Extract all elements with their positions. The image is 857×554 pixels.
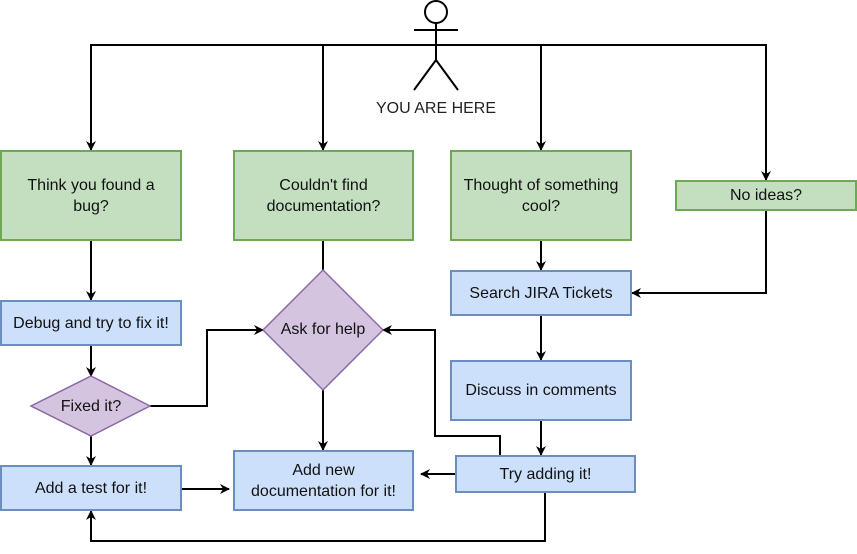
- node-add-new-documentation[interactable]: Add new documentation for it!: [233, 450, 414, 511]
- node-thought-of-something-cool[interactable]: Thought of something cool?: [450, 150, 632, 241]
- node-label: Debug and try to fix it!: [13, 314, 169, 332]
- flowchart-canvas: YOU ARE HERE Think you found a bug? Coul…: [0, 0, 857, 554]
- node-couldnt-find-documentation[interactable]: Couldn't find documentation?: [233, 150, 414, 241]
- node-debug-and-fix[interactable]: Debug and try to fix it!: [0, 300, 182, 346]
- node-label: Search JIRA Tickets: [469, 284, 613, 302]
- node-label: Try adding it!: [499, 465, 592, 483]
- node-label: No ideas?: [729, 187, 803, 204]
- node-think-found-bug[interactable]: Think you found a bug?: [0, 150, 182, 241]
- node-label: Thought of something cool?: [463, 176, 619, 215]
- actor-label: YOU ARE HERE: [375, 100, 497, 117]
- node-try-adding-it[interactable]: Try adding it!: [455, 455, 636, 493]
- edge-noideas-to-jira: [631, 210, 767, 298]
- decision-help-shape[interactable]: [261, 268, 385, 392]
- node-label: Add a test for it!: [34, 479, 148, 497]
- decision-fixed-shape[interactable]: [29, 375, 152, 437]
- edge-actor-to-cool: [436, 44, 546, 151]
- node-search-jira-tickets[interactable]: Search JIRA Tickets: [450, 270, 632, 316]
- node-label: Think you found a bug?: [27, 176, 155, 215]
- node-discuss-in-comments[interactable]: Discuss in comments: [450, 360, 632, 421]
- node-label: Couldn't find documentation?: [266, 176, 381, 215]
- node-no-ideas[interactable]: No ideas?: [675, 180, 857, 211]
- edge-actor-to-bug: [86, 44, 436, 151]
- node-label: Discuss in comments: [465, 382, 617, 399]
- node-add-a-test[interactable]: Add a test for it!: [0, 465, 182, 511]
- node-label: Add new documentation for it!: [251, 461, 396, 500]
